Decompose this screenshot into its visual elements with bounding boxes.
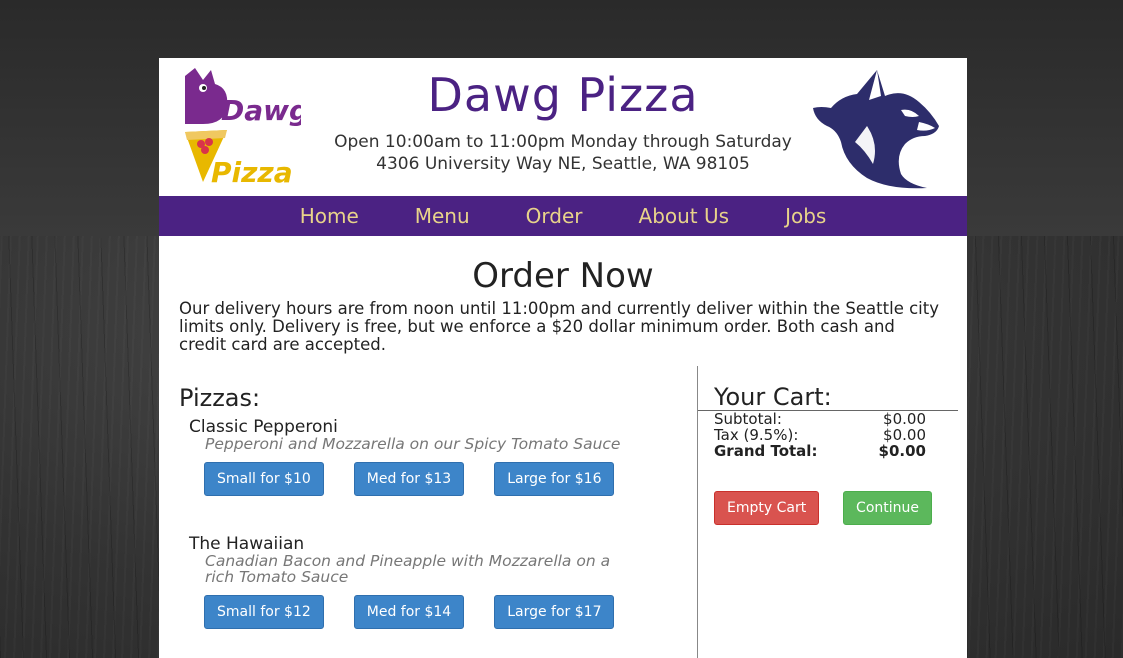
nav-order[interactable]: Order: [498, 204, 611, 228]
tax-value: $0.00: [883, 426, 926, 444]
add-small-button[interactable]: Small for $12: [204, 595, 324, 629]
empty-cart-button[interactable]: Empty Cart: [714, 491, 820, 525]
pizza-name: Classic Pepperoni: [189, 417, 338, 437]
section-title-pizzas: Pizzas:: [179, 384, 261, 412]
page-container: Dawg Pizza Dawg Pizza Open 10:00am to 11…: [159, 58, 967, 658]
pizza-description: Pepperoni and Mozzarella on our Spicy To…: [205, 435, 621, 453]
add-medium-button[interactable]: Med for $14: [353, 595, 465, 629]
cart-title: Your Cart:: [698, 384, 958, 411]
size-options: Small for $12 Med for $14 Large for $17: [204, 595, 679, 629]
subtotal-value: $0.00: [883, 410, 926, 428]
add-large-button[interactable]: Large for $17: [494, 595, 615, 629]
nav-menu[interactable]: Menu: [387, 204, 498, 228]
pizza-name: The Hawaiian: [189, 534, 305, 554]
add-large-button[interactable]: Large for $16: [494, 462, 615, 496]
pizza-description: Canadian Bacon and Pineapple with Mozzar…: [205, 552, 611, 586]
grand-total-value: $0.00: [878, 442, 926, 460]
grand-total-label: Grand Total:: [714, 442, 818, 460]
delivery-info: Our delivery hours are from noon until 1…: [179, 299, 939, 354]
add-medium-button[interactable]: Med for $13: [353, 462, 465, 496]
nav-jobs[interactable]: Jobs: [757, 204, 854, 228]
nav-about-us[interactable]: About Us: [611, 204, 758, 228]
cart-panel: Your Cart: Subtotal: $0.00 Tax (9.5%): $…: [698, 366, 958, 525]
tax-label: Tax (9.5%):: [714, 426, 799, 444]
pizza-item: The Hawaiian Canadian Bacon and Pineappl…: [189, 535, 679, 629]
order-columns: Pizzas: Classic Pepperoni Pepperoni and …: [159, 366, 967, 658]
site-header: Dawg Pizza Dawg Pizza Open 10:00am to 11…: [159, 58, 967, 196]
pizza-item: Classic Pepperoni Pepperoni and Mozzarel…: [189, 418, 679, 496]
subtotal-label: Subtotal:: [714, 410, 782, 428]
cart-subtotal-row: Subtotal: $0.00: [698, 411, 958, 427]
husky-head-icon: [807, 66, 947, 190]
cart-grand-total-row: Grand Total: $0.00: [698, 443, 958, 459]
page-title: Order Now: [472, 256, 654, 296]
menu-column: Pizzas: Classic Pepperoni Pepperoni and …: [179, 366, 679, 629]
cart-tax-row: Tax (9.5%): $0.00: [698, 427, 958, 443]
add-small-button[interactable]: Small for $10: [204, 462, 324, 496]
main-nav: Home Menu Order About Us Jobs: [159, 196, 967, 236]
cart-actions: Empty Cart Continue: [698, 491, 958, 525]
nav-home[interactable]: Home: [272, 204, 387, 228]
size-options: Small for $10 Med for $13 Large for $16: [204, 462, 679, 496]
continue-button[interactable]: Continue: [843, 491, 932, 525]
